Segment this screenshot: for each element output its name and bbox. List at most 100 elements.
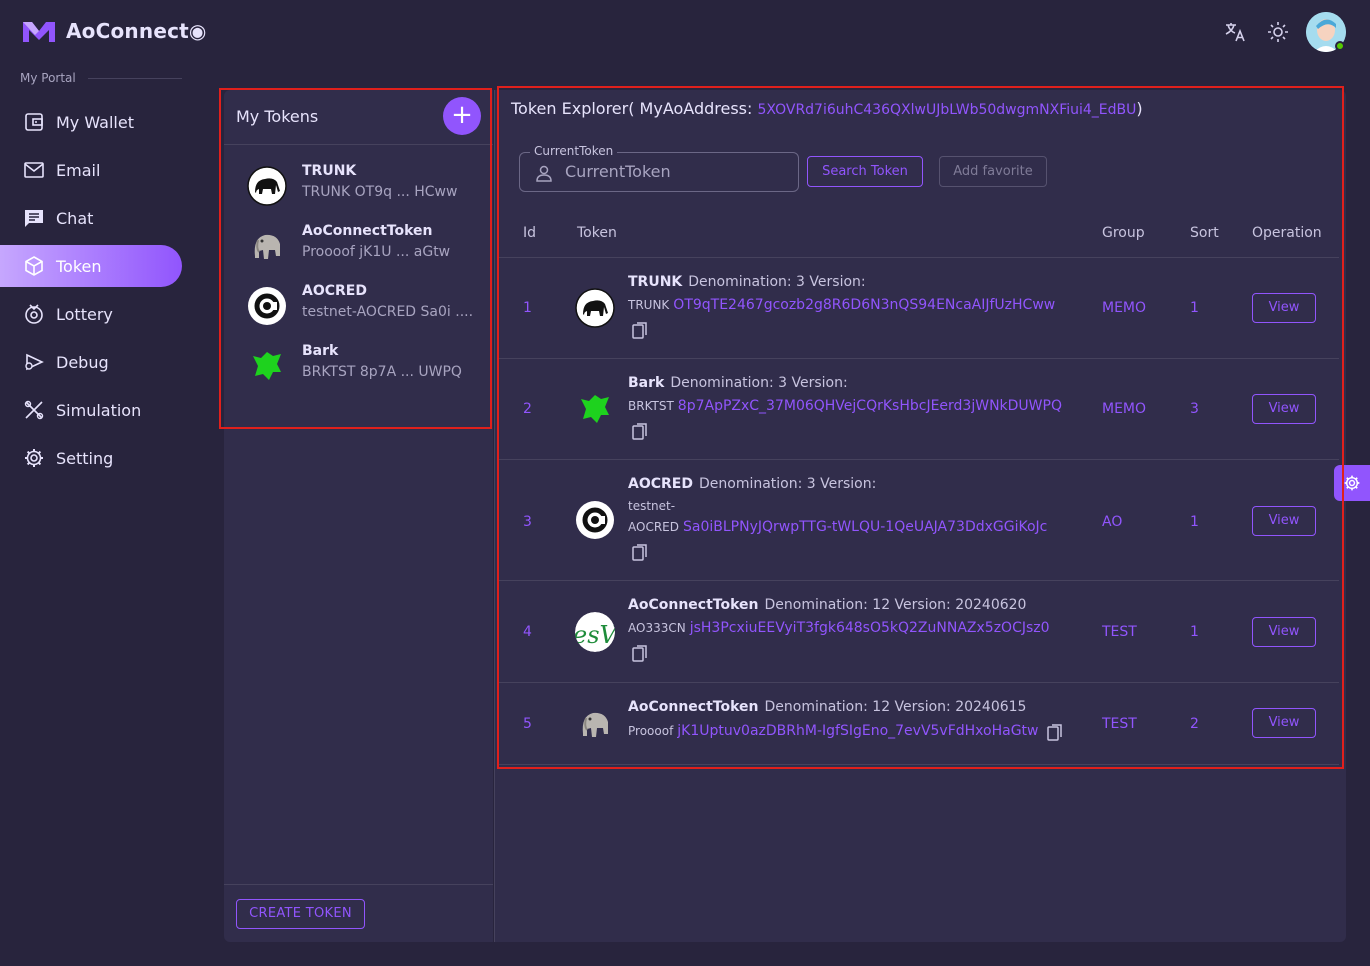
row-token-process: AO333CN jsH3PcxiuEEVyiT3fgk648sO5kQ2ZuNNA… (628, 620, 1050, 636)
current-token-input[interactable]: CurrentToken (565, 162, 671, 181)
create-token-button[interactable]: CREATE TOKEN (236, 899, 365, 929)
sidebar-item-my-wallet[interactable]: My Wallet (0, 101, 182, 143)
column-header-operation: Operation (1252, 225, 1322, 241)
row-process-id-link[interactable]: jsH3PcxiuEEVyiT3fgk648sO5kQ2ZuNNAZx5zOCJ… (690, 620, 1050, 636)
sidebar-item-setting[interactable]: Setting (0, 437, 182, 479)
sidebar-section-label: My Portal (20, 71, 76, 85)
token-icon (22, 254, 46, 278)
my-token-item-aocred[interactable]: AOCRED testnet-AOCRED Sa0i .... (224, 276, 493, 336)
online-status-dot (1335, 41, 1345, 51)
search-token-button[interactable]: Search Token (807, 156, 923, 187)
explorer-title-prefix: Token Explorer( MyAoAddress: (511, 99, 753, 118)
my-token-item-bark[interactable]: Bark BRKTST 8p7A ... UWPQ (224, 336, 493, 396)
table-row: 4 esV AoConnectToken Denomination: 12 Ver… (499, 581, 1339, 683)
row-token-process: AOCRED Sa0iBLPNyJQrwpTTG-tWLQU-1QeUAJA73D… (628, 519, 1047, 535)
app-logo-icon (23, 22, 55, 42)
view-button[interactable]: View (1252, 394, 1316, 424)
add-favorite-button[interactable]: Add favorite (939, 156, 1047, 187)
row-process-id-link[interactable]: Sa0iBLPNyJQrwpTTG-tWLQU-1QeUAJA73DdxGGiK… (683, 519, 1047, 535)
my-token-item-trunk[interactable]: TRUNK TRUNK OT9q ... HCww (224, 156, 493, 216)
row-token-meta: Denomination: 3 Version: (688, 274, 866, 290)
sidebar-item-label: Token (56, 256, 102, 276)
sidebar-item-label: Setting (56, 448, 114, 468)
column-header-group: Group (1102, 225, 1145, 241)
my-token-item-aoconnecttoken[interactable]: AoConnectToken Proooof jK1U ... aGtw (224, 216, 493, 276)
row-group: MEMO (1102, 300, 1147, 316)
gray-elephant-icon (575, 704, 615, 744)
sidebar-item-token[interactable]: Token (0, 245, 182, 287)
row-sort: 1 (1190, 514, 1199, 530)
email-icon (22, 158, 46, 182)
row-token-meta: Denomination: 12 Version: 20240615 (764, 699, 1027, 715)
view-button[interactable]: View (1252, 506, 1316, 536)
trunk-elephant-icon (247, 166, 287, 206)
row-token-process: BRKTST 8p7ApPZxC_37M06QHVejCQrKsHbcJEerd3… (628, 398, 1062, 414)
divider (88, 78, 182, 79)
debug-icon (22, 350, 46, 374)
table-row: 5 AoConnectToken Denomination: 12 Version… (499, 683, 1339, 765)
token-subtitle: TRUNK OT9q ... HCww (302, 184, 458, 200)
row-token-heading: AoConnectToken Denomination: 12 Version: … (628, 699, 1026, 715)
sidebar-item-label: Chat (56, 208, 94, 228)
token-name: AOCRED (302, 283, 367, 299)
row-group: TEST (1102, 716, 1137, 732)
token-name: Bark (302, 343, 339, 359)
row-group: AO (1102, 514, 1123, 530)
row-token-process: TRUNK OT9qTE2467gcozb2g8R6D6N3nQS94ENcaAI… (628, 297, 1055, 313)
row-process-id-link[interactable]: jK1Uptuv0azDBRhM-IgfSIgEno_7evV5vFdHxoHa… (677, 723, 1038, 739)
theme-sun-icon[interactable] (1266, 20, 1290, 44)
add-token-button[interactable]: + (443, 97, 481, 135)
my-ao-address-link[interactable]: 5XOVRd7i6uhC436QXlwUJbLWb50dwgmNXFiui4_E… (757, 102, 1136, 118)
view-button[interactable]: View (1252, 708, 1316, 738)
row-group: MEMO (1102, 401, 1147, 417)
token-name: AoConnectToken (302, 223, 433, 239)
token-subtitle: Proooof jK1U ... aGtw (302, 244, 451, 260)
row-token-name: Bark (628, 375, 665, 391)
customizer-gear-icon[interactable] (1334, 465, 1370, 501)
copy-icon[interactable] (632, 645, 648, 663)
row-process-id-link[interactable]: 8p7ApPZxC_37M06QHVejCQrKsHbcJEerd3jWNkDU… (678, 398, 1062, 414)
translate-icon[interactable] (1223, 20, 1247, 44)
row-token-heading: AoConnectToken Denomination: 12 Version: … (628, 597, 1026, 613)
sidebar-item-email[interactable]: Email (0, 149, 182, 191)
table-row: 1 TRUNK Denomination: 3 Version: TRUNK OT9… (499, 258, 1339, 359)
row-sort: 2 (1190, 716, 1199, 732)
row-token-process: Proooof jK1Uptuv0azDBRhM-IgfSIgEno_7evV5v… (628, 723, 1039, 739)
row-sort: 3 (1190, 401, 1199, 417)
row-id: 1 (523, 300, 532, 316)
sidebar-item-chat[interactable]: Chat (0, 197, 182, 239)
copy-icon[interactable] (632, 423, 648, 441)
table-row: 2 Bark Denomination: 3 Version: BRKTST 8p7… (499, 359, 1339, 460)
my-tokens-title: My Tokens (236, 107, 319, 126)
row-token-ticker: BRKTST (628, 399, 674, 413)
copy-icon[interactable] (632, 322, 648, 340)
row-token-meta: Denomination: 3 Version: (670, 375, 848, 391)
row-token-name: TRUNK (628, 274, 683, 290)
row-token-heading: Bark Denomination: 3 Version: (628, 375, 848, 391)
column-header-sort: Sort (1190, 225, 1219, 241)
token-name: TRUNK (302, 163, 357, 179)
bark-map-icon (247, 346, 287, 386)
current-token-field[interactable]: CurrentToken CurrentToken (519, 144, 799, 192)
view-button[interactable]: View (1252, 293, 1316, 323)
view-button[interactable]: View (1252, 617, 1316, 647)
divider (224, 884, 493, 885)
aocred-logo-icon (247, 286, 287, 326)
sidebar-item-debug[interactable]: Debug (0, 341, 182, 383)
row-id: 5 (523, 716, 532, 732)
sidebar-item-lottery[interactable]: Lottery (0, 293, 182, 335)
row-token-ticker: AOCRED (628, 520, 679, 534)
row-process-id-link[interactable]: OT9qTE2467gcozb2g8R6D6N3nQS94ENcaAIJfUzH… (673, 297, 1055, 313)
row-id: 2 (523, 401, 532, 417)
copy-icon[interactable] (632, 544, 648, 562)
table-row: 3 AOCRED Denomination: 3 Version: testnet… (499, 460, 1339, 581)
row-group: TEST (1102, 624, 1137, 640)
copy-icon[interactable] (1047, 724, 1063, 742)
trunk-elephant-icon (575, 288, 615, 328)
my-tokens-panel: My Tokens + TRUNK TRUNK OT9q ... HCww Ao… (224, 90, 493, 942)
row-sort: 1 (1190, 300, 1199, 316)
sidebar-item-label: My Wallet (56, 112, 134, 132)
sidebar-item-simulation[interactable]: Simulation (0, 389, 182, 431)
row-token-meta: Denomination: 12 Version: 20240620 (764, 597, 1027, 613)
sidebar-item-label: Debug (56, 352, 109, 372)
